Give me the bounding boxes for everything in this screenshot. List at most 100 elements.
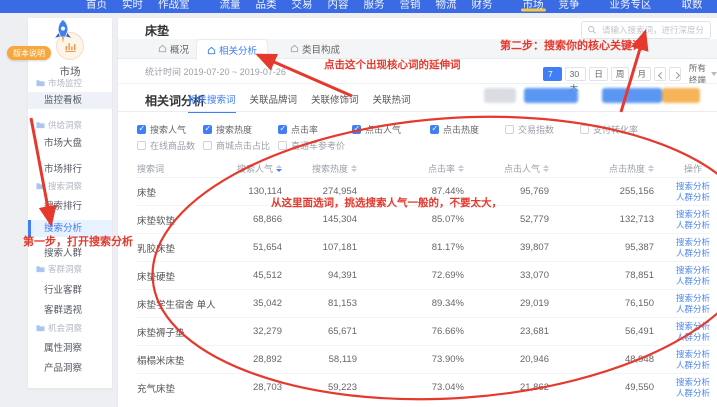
main-panel: 床垫 概况 相关分析 类目构成 统计时间 2019-07-20 ~ 2019-0… [118, 18, 717, 407]
subtab-related-brand-words[interactable]: 关联品牌词 [250, 92, 298, 113]
search-analysis-link[interactable]: 搜索分析 [676, 237, 710, 247]
related-word-tabs: 相关搜索词 关联品牌词 关联修饰词 关联热词 [188, 92, 411, 113]
metric-click-heat[interactable]: 点击热度 [430, 124, 479, 135]
sort-icon [458, 165, 464, 172]
date-day-button[interactable]: 日 [589, 67, 608, 81]
metric-ztc-ref-price[interactable]: 直通车参考价 [278, 140, 345, 151]
sidebar-item-attribute-insight[interactable]: 属性洞察 [28, 340, 112, 357]
version-badge[interactable]: 版本说明 [7, 46, 51, 60]
sidebar-item-monitor-board[interactable]: 监控看板 [28, 92, 112, 109]
redacted-button-orange[interactable] [662, 88, 700, 103]
search-term: 床垫软垫 [137, 213, 235, 227]
sidebar-item-industry-customers[interactable]: 行业客群 [28, 282, 112, 299]
date-prev-button[interactable] [654, 67, 666, 81]
subtab-related-search-words[interactable]: 相关搜索词 [188, 92, 236, 113]
metric-search-heat[interactable]: 搜索热度 [203, 124, 252, 135]
tab-category-composition[interactable]: 类目构成 [280, 39, 350, 58]
sidebar-item-search-crowd[interactable]: 搜索人群 [28, 245, 112, 262]
divider [118, 83, 717, 84]
col-actions: 操作 [662, 162, 710, 175]
nav-item-data-extract[interactable]: 取数 [682, 0, 703, 12]
search-analysis-link[interactable]: 搜索分析 [676, 181, 710, 191]
crowd-analysis-link[interactable]: 人群分析 [676, 360, 710, 370]
rocket-icon[interactable] [50, 19, 76, 46]
date-7d-button[interactable]: 7天 [543, 67, 562, 81]
col-click-heat[interactable]: 点击热度 [557, 162, 662, 175]
col-click-popularity[interactable]: 点击人气 [472, 162, 557, 175]
crowd-analysis-link[interactable]: 人群分析 [676, 248, 710, 258]
sidebar-item-search-ranking[interactable]: 搜索排行 [28, 198, 112, 215]
nav-item-trade[interactable]: 交易 [292, 0, 313, 12]
nav-item-warroom[interactable]: 作战室 [158, 0, 190, 12]
metric-pay-conversion[interactable]: 支付转化率 [580, 124, 638, 135]
tab-related-analysis[interactable]: 相关分析 [196, 39, 268, 60]
tab-strip: 概况 相关分析 类目构成 [118, 39, 717, 59]
metric-trade-index[interactable]: 交易指数 [505, 124, 554, 135]
nav-item-traffic[interactable]: 流量 [220, 0, 241, 12]
nav-item-logistics[interactable]: 物流 [436, 0, 457, 12]
metric-mall-click-share[interactable]: 商城点击占比 [203, 140, 270, 151]
crowd-analysis-link[interactable]: 人群分析 [676, 388, 710, 398]
redacted-button-blue-2[interactable] [602, 88, 662, 103]
sidebar-section-market-monitor[interactable]: 市场监控 [28, 76, 112, 90]
metric-search-popularity[interactable]: 搜索人气 [137, 124, 186, 135]
nav-item-home[interactable]: 首页 [86, 0, 107, 12]
sidebar-section-search-insight[interactable]: 搜索洞察 [28, 179, 112, 193]
crowd-analysis-link[interactable]: 人群分析 [676, 192, 710, 202]
col-ctr[interactable]: 点击率 [365, 162, 472, 175]
date-30d-button[interactable]: 30天 [565, 67, 587, 81]
nav-item-category[interactable]: 品类 [256, 0, 277, 12]
nav-item-business-zone[interactable]: 业务专区 [610, 0, 652, 12]
metric-ctr[interactable]: 点击率 [278, 124, 318, 135]
search-analysis-link[interactable]: 搜索分析 [676, 265, 710, 275]
sidebar-item-search-analysis[interactable]: 搜索分析 [28, 220, 112, 237]
related-words-table: 搜索词 搜索人气 搜索热度 点击率 点击人气 点击热度 操作 床垫 130,11… [137, 160, 710, 401]
date-week-button[interactable]: 周 [611, 67, 630, 81]
nav-item-realtime[interactable]: 实时 [122, 0, 143, 12]
date-next-button[interactable] [669, 67, 681, 81]
folder-icon [36, 79, 45, 87]
checkbox-checked-icon [203, 125, 212, 134]
table-row: 床垫学生宿舍 单人 35,042 81,153 89.34% 29,019 76… [137, 289, 710, 317]
crowd-analysis-link[interactable]: 人群分析 [676, 332, 710, 342]
nav-item-service[interactable]: 服务 [364, 0, 385, 12]
sidebar-item-market-ranking[interactable]: 市场排行 [28, 161, 112, 178]
col-search-popularity[interactable]: 搜索人气 [235, 162, 290, 175]
date-month-button[interactable]: 月 [632, 67, 651, 81]
sidebar-item-customer-perspective[interactable]: 客群透视 [28, 302, 112, 319]
sidebar-section-supply-insight[interactable]: 供给洞察 [28, 118, 112, 132]
search-analysis-link[interactable]: 搜索分析 [676, 209, 710, 219]
checkbox-checked-icon [430, 125, 439, 134]
col-search-heat[interactable]: 搜索热度 [290, 162, 365, 175]
nav-item-finance[interactable]: 财务 [472, 0, 493, 12]
sidebar-item-market-overview[interactable]: 市场大盘 [28, 135, 112, 152]
nav-item-competition[interactable]: 竞争 [559, 0, 580, 12]
tab-overview[interactable]: 概况 [148, 39, 199, 58]
sidebar-item-product-insight[interactable]: 产品洞察 [28, 360, 112, 377]
crowd-analysis-link[interactable]: 人群分析 [676, 304, 710, 314]
col-search-term[interactable]: 搜索词 [137, 162, 235, 175]
search-input[interactable] [600, 24, 705, 36]
search-analysis-link[interactable]: 搜索分析 [676, 377, 710, 387]
sidebar-section-customer-insight[interactable]: 客群洞察 [28, 262, 112, 276]
metric-online-items[interactable]: 在线商品数 [137, 140, 195, 151]
subtab-related-modifier-words[interactable]: 关联修饰词 [311, 92, 359, 113]
table-row: 床垫软垫 68,866 145,304 85.07% 52,779 132,71… [137, 205, 710, 233]
checkbox-checked-icon [352, 125, 361, 134]
metric-click-popularity[interactable]: 点击人气 [352, 124, 401, 135]
nav-item-content[interactable]: 内容 [328, 0, 349, 12]
redacted-button-blue-1[interactable] [524, 88, 578, 103]
sort-icon [351, 165, 357, 172]
checkbox-icon [278, 141, 287, 150]
search-analysis-link[interactable]: 搜索分析 [676, 349, 710, 359]
nav-item-market-active[interactable]: 市场 [523, 0, 544, 12]
nav-item-marketing[interactable]: 营销 [400, 0, 421, 12]
subtab-related-hot-words[interactable]: 关联热词 [373, 92, 411, 113]
crowd-analysis-link[interactable]: 人群分析 [676, 276, 710, 286]
sidebar-section-opportunity-insight[interactable]: 机会洞察 [28, 321, 112, 335]
crowd-analysis-link[interactable]: 人群分析 [676, 220, 710, 230]
search-analysis-link[interactable]: 搜索分析 [676, 321, 710, 331]
search-term: 榻榻米床垫 [137, 353, 235, 367]
stat-time-range: 统计时间 2019-07-20 ~ 2019-07-26 [145, 65, 286, 78]
search-analysis-link[interactable]: 搜索分析 [676, 293, 710, 303]
